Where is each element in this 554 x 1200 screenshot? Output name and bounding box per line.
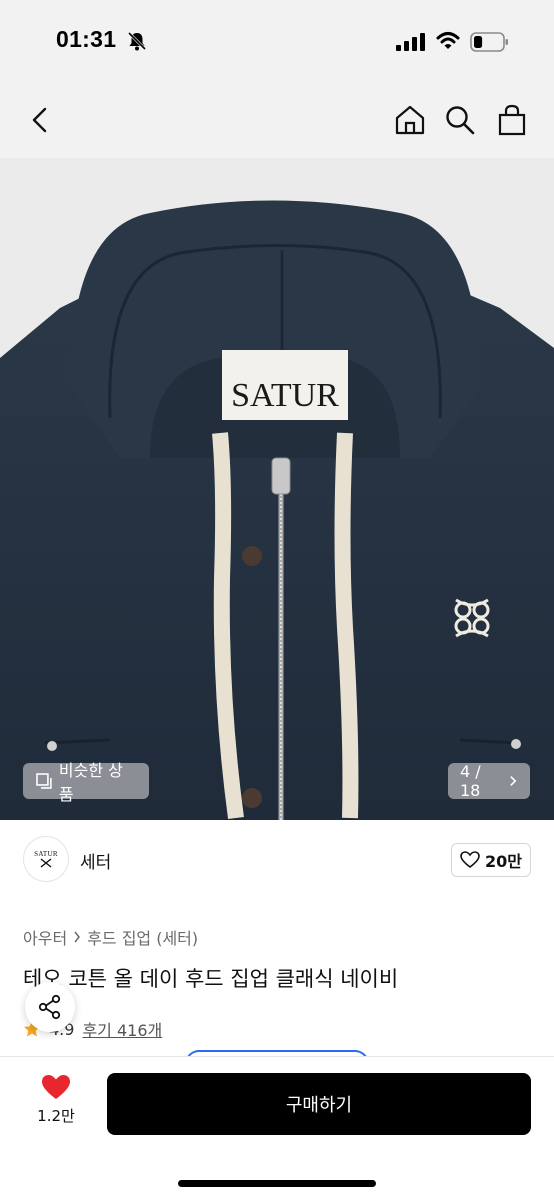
wish-count: 1.2만 [37, 1107, 75, 1125]
tag-label-text: SATUR [231, 377, 339, 414]
image-counter-text: 4 / 18 [460, 762, 481, 800]
heart-filled-icon [42, 1075, 70, 1099]
search-icon [446, 106, 475, 135]
back-icon [32, 107, 47, 133]
top-nav-bar [0, 84, 554, 158]
brand-like-count: 20만 [485, 852, 522, 871]
home-indicator [178, 1180, 376, 1187]
home-icon [395, 105, 425, 135]
status-bar: 01:31 [0, 0, 554, 84]
bell-muted-icon [127, 31, 147, 51]
product-image-carousel[interactable]: SATUR [0, 158, 554, 820]
wifi-icon [436, 32, 460, 49]
heart-outline-icon [460, 851, 480, 869]
image-counter-button[interactable]: 4 / 18 [448, 762, 530, 800]
battery-icon [470, 32, 508, 52]
brand-name[interactable]: 세터 [80, 848, 111, 873]
share-button[interactable] [25, 982, 75, 1032]
chevron-right-icon [74, 931, 81, 943]
similar-products-button[interactable]: 비슷한 상품 [23, 761, 149, 804]
search-button[interactable] [442, 102, 478, 138]
signal-icon [396, 33, 425, 51]
brand-logo[interactable]: SATUR [23, 836, 69, 882]
chevron-right-icon [510, 775, 517, 787]
similar-products-label: 비슷한 상품 [58, 761, 123, 804]
breadcrumb-subcategory[interactable]: 후드 집업 (세터) [87, 925, 198, 949]
product-title: 테오 코튼 올 데이 후드 집업 클래식 네이비 [23, 967, 399, 991]
breadcrumb-category[interactable]: 아우터 [23, 925, 67, 949]
shopping-bag-icon [498, 104, 526, 136]
brand-like-button[interactable]: 20만 [451, 843, 531, 877]
shopping-bag-button[interactable] [494, 102, 530, 138]
brand-logo-text: SATUR [34, 850, 58, 858]
home-button[interactable] [392, 102, 428, 138]
wish-button[interactable]: 1.2만 [30, 1074, 82, 1134]
status-time: 01:31 [56, 26, 117, 52]
hoodie-photo: SATUR [0, 158, 554, 820]
back-button[interactable] [22, 102, 58, 138]
breadcrumb: 아우터 후드 집업 (세터) [23, 925, 198, 949]
reviews-link[interactable]: 후기 416개 [82, 1017, 162, 1041]
similar-products-icon [36, 773, 52, 789]
brand-emblem-icon [40, 858, 52, 868]
share-icon [38, 994, 61, 1020]
buy-button[interactable]: 구매하기 [107, 1073, 531, 1135]
